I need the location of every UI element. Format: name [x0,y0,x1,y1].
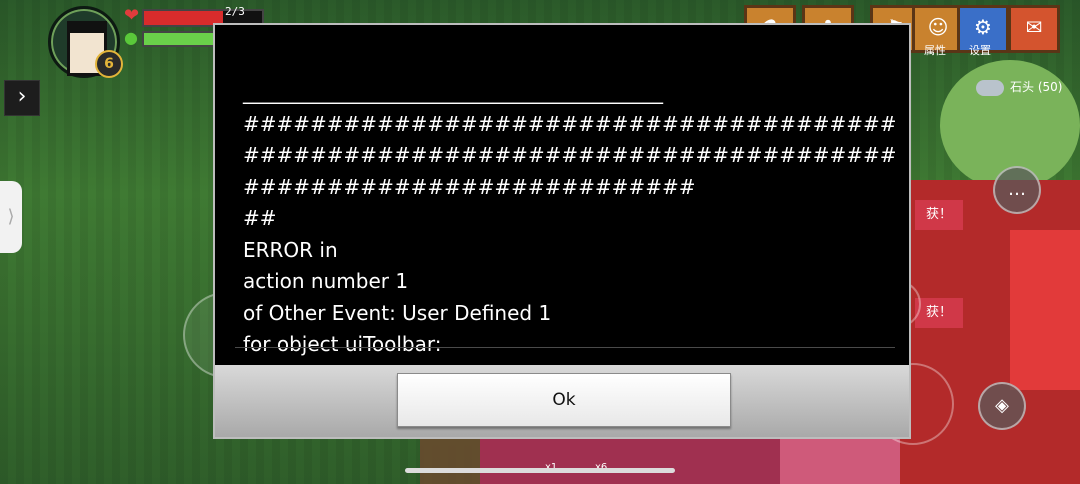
energy-icon: ● [124,28,138,47]
expand-arrow-icon[interactable]: › [4,80,40,116]
dodge-button[interactable]: ◈ [978,382,1026,430]
side-drawer-handle[interactable]: ⟩ [0,181,22,253]
settings-label: 设置 [969,44,991,57]
error-dialog: ________________________________________… [213,23,911,439]
health-bar-fill [144,11,224,25]
attributes-label: 属性 [924,44,946,57]
health-text: 2/3 [225,5,245,18]
dialog-divider [235,347,895,348]
ok-button[interactable]: Ok [397,373,731,427]
stone-label: 石头 (50) [1010,80,1063,94]
notification-banner: 获！ [915,200,963,230]
home-indicator[interactable] [405,468,675,473]
dialog-footer: Ok [215,365,909,437]
heart-icon: ❤ [124,5,140,26]
stone-resource: 石头 (50) [976,78,1062,96]
level-badge: 6 [95,50,123,78]
quest-scroll-icon[interactable]: ✉ [1008,5,1060,53]
chat-button[interactable]: … [993,166,1041,214]
red-cloth [1010,230,1080,390]
error-message: ________________________________________… [243,80,897,356]
notification-banner: 获！ [915,298,963,328]
stone-icon [976,79,1004,96]
